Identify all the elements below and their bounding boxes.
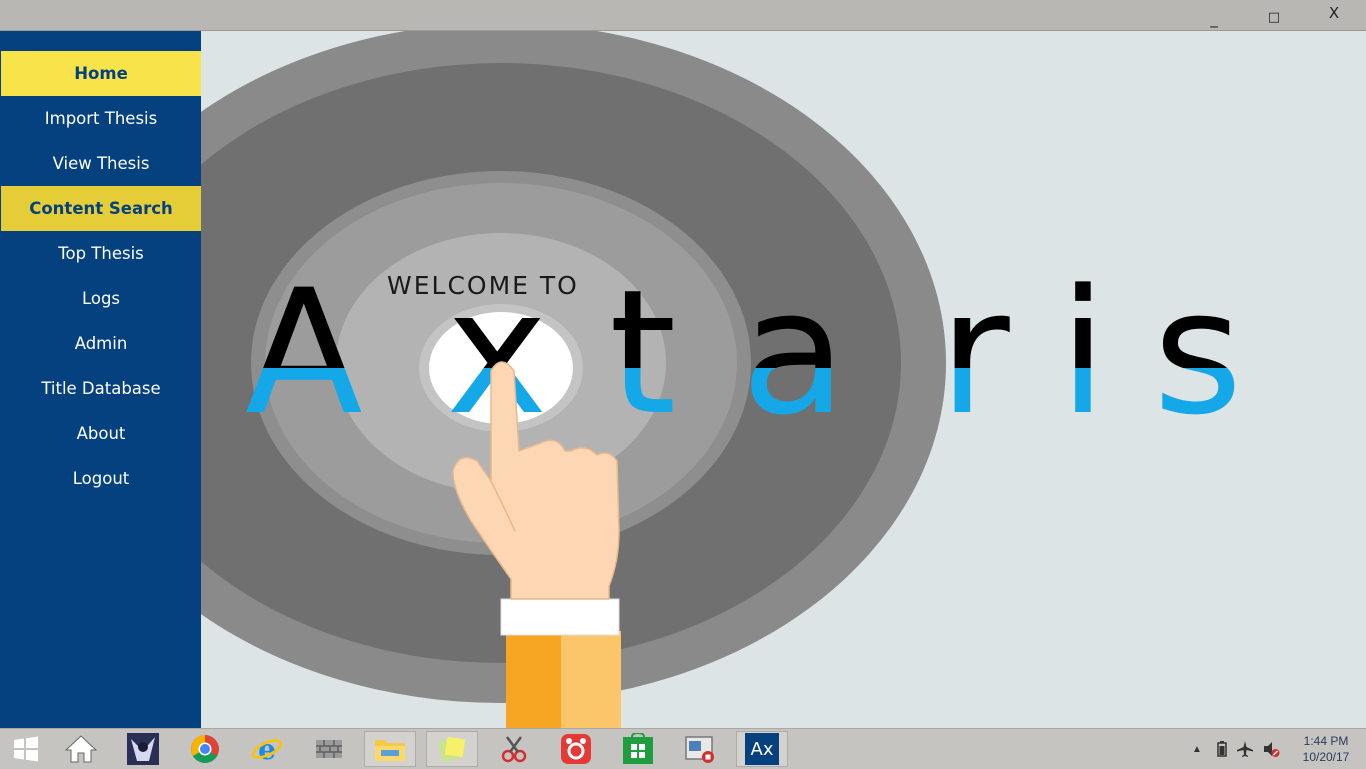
hero-illustration: A x t a r i s A x t a r i s [201, 31, 1243, 728]
start-button[interactable] [0, 731, 52, 767]
system-tray: ▲ [1192, 729, 1280, 769]
sidebar-item-label: Admin [74, 334, 128, 353]
taskbar-windows-store[interactable] [612, 731, 664, 767]
taskbar-internet-explorer[interactable]: e [241, 731, 293, 767]
sidebar-item-label: Content Search [29, 199, 173, 218]
close-icon: X [1328, 4, 1340, 22]
taskbar-file-explorer[interactable] [364, 731, 416, 767]
media-player-icon [685, 736, 714, 763]
sidebar-item-top-thesis[interactable]: Top Thesis [1, 231, 201, 276]
sidebar-item-label: Title Database [41, 379, 161, 398]
clock-time: 1:44 PM [1303, 734, 1349, 748]
sidebar-item-view-thesis[interactable]: View Thesis [1, 141, 201, 186]
taskbar-home[interactable] [55, 731, 107, 767]
sidebar-item-admin[interactable]: Admin [1, 321, 201, 366]
minimize-icon: _ [1210, 10, 1218, 28]
windows-store-icon [623, 733, 653, 764]
sidebar-item-label: Top Thesis [58, 244, 144, 263]
file-explorer-icon [375, 740, 405, 761]
sidebar-item-label: Home [74, 64, 128, 83]
sidebar-item-content-search[interactable]: Content Search [1, 186, 201, 231]
taskbar-media-player[interactable] [674, 731, 726, 767]
chrome-icon [191, 735, 219, 763]
windows-start-icon [14, 736, 38, 762]
snipping-tool-icon [501, 736, 527, 763]
home-icon [64, 735, 98, 763]
minimize-button[interactable]: _ [1184, 0, 1244, 30]
clock-date: 10/20/17 [1302, 750, 1350, 764]
firewall-icon [316, 740, 342, 758]
sidebar: Home Import Thesis View Thesis Content S… [0, 31, 201, 728]
title-bar[interactable]: _ □ X [0, 0, 1366, 31]
sidebar-item-home[interactable]: Home [1, 51, 201, 96]
sidebar-item-title-database[interactable]: Title Database [1, 366, 201, 411]
axtaris-app-icon: Ax [745, 733, 779, 765]
maximize-icon: □ [1267, 9, 1281, 25]
sidebar-item-logout[interactable]: Logout [1, 456, 201, 501]
sidebar-item-import-thesis[interactable]: Import Thesis [1, 96, 201, 141]
svg-text:e: e [258, 734, 276, 764]
taskbar-sticky-notes[interactable] [426, 731, 478, 767]
taskbar-axtaris-app[interactable]: Ax [736, 731, 788, 767]
screen-recorder-icon [561, 734, 591, 764]
sidebar-item-label: Logs [81, 289, 121, 308]
sticky-notes-icon [438, 736, 466, 762]
internet-explorer-icon: e [251, 734, 283, 764]
app-window: _ □ X Home Import Thesis View Thesis Con… [0, 0, 1366, 728]
axtaris-app-label: Ax [750, 738, 774, 760]
system-clock[interactable]: 1:44 PM 10/20/17 [1296, 733, 1356, 765]
sidebar-item-label: Import Thesis [44, 109, 158, 128]
taskbar-firewall[interactable] [303, 731, 355, 767]
taskbar-chrome[interactable] [179, 731, 231, 767]
maximize-button[interactable]: □ [1244, 0, 1304, 30]
taskbar-anime-app[interactable] [117, 731, 169, 767]
sidebar-item-label: About [76, 424, 126, 443]
sidebar-item-label: View Thesis [52, 154, 150, 173]
welcome-text: WELCOME TO [387, 271, 579, 300]
taskbar-screen-recorder[interactable] [550, 731, 602, 767]
airplane-mode-icon[interactable] [1236, 740, 1254, 758]
sidebar-item-about[interactable]: About [1, 411, 201, 456]
volume-muted-icon[interactable] [1262, 740, 1280, 758]
sidebar-item-logs[interactable]: Logs [1, 276, 201, 321]
home-hero: A x t a r i s A x t a r i s [201, 31, 1366, 728]
close-button[interactable]: X [1304, 0, 1364, 30]
taskbar: e Ax ▲ 1:44 PM 10/20/17 [0, 728, 1366, 769]
battery-icon[interactable] [1216, 740, 1228, 758]
taskbar-snipping-tool[interactable] [489, 731, 541, 767]
anime-avatar-icon [127, 733, 159, 765]
show-hidden-icons-icon[interactable]: ▲ [1192, 744, 1202, 755]
sidebar-item-label: Logout [72, 469, 130, 488]
